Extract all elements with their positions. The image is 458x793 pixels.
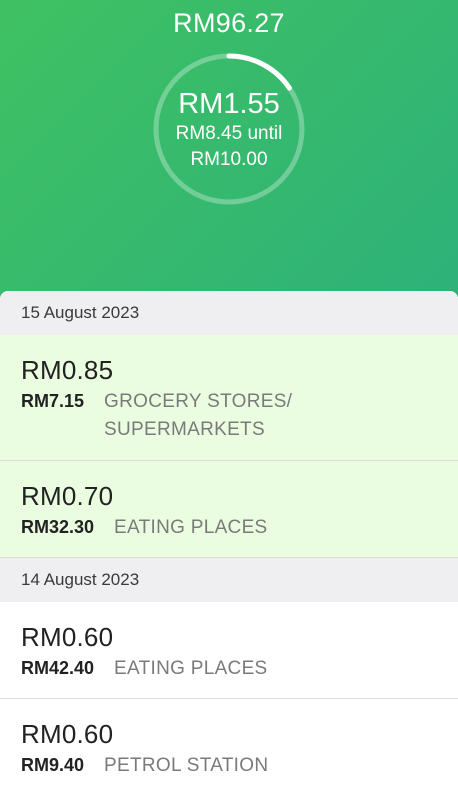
date-header: 15 August 2023 <box>0 291 458 335</box>
transaction-row[interactable]: RM0.85 RM7.15 GROCERY STORES/ SUPERMARKE… <box>0 335 458 461</box>
transaction-spent-amount: RM9.40 <box>21 755 85 775</box>
transaction-cashback: RM0.85 <box>21 355 114 385</box>
transaction-cashback: RM0.70 <box>21 481 114 511</box>
transaction-spent-amount: RM7.15 <box>21 391 85 411</box>
cashback-progress-ring: RM1.55 RM8.45 until RM10.00 <box>152 52 306 206</box>
transaction-spent-amount: RM42.40 <box>21 658 95 678</box>
date-header: 14 August 2023 <box>0 558 458 602</box>
progress-amount: RM1.55 <box>178 88 280 120</box>
transactions-list: 15 August 2023 RM0.85 RM7.15 GROCERY STO… <box>0 291 458 793</box>
transaction-row[interactable]: RM0.60 RM42.40 EATING PLACES <box>0 602 458 699</box>
total-cashback: RM96.27 <box>173 8 285 38</box>
remaining-text-line1: RM8.45 until <box>175 123 283 144</box>
transaction-category: PETROL STATION <box>104 755 269 776</box>
cashback-summary-header: RM96.27 RM1.55 RM8.45 until RM10.00 <box>0 0 458 300</box>
remaining-text-line2: RM10.00 <box>190 149 268 170</box>
transaction-spent-amount: RM32.30 <box>21 517 95 537</box>
transaction-row[interactable]: RM0.60 RM9.40 PETROL STATION <box>0 699 458 793</box>
transaction-cashback: RM0.60 <box>21 622 114 652</box>
transaction-row[interactable]: RM0.70 RM32.30 EATING PLACES <box>0 461 458 558</box>
transaction-cashback: RM0.60 <box>21 719 114 749</box>
progress-ring-text: RM1.55 RM8.45 until RM10.00 <box>152 52 306 206</box>
transaction-category: EATING PLACES <box>114 658 268 679</box>
transaction-category: GROCERY STORES/ SUPERMARKETS <box>104 391 293 440</box>
transaction-category: EATING PLACES <box>114 517 268 538</box>
